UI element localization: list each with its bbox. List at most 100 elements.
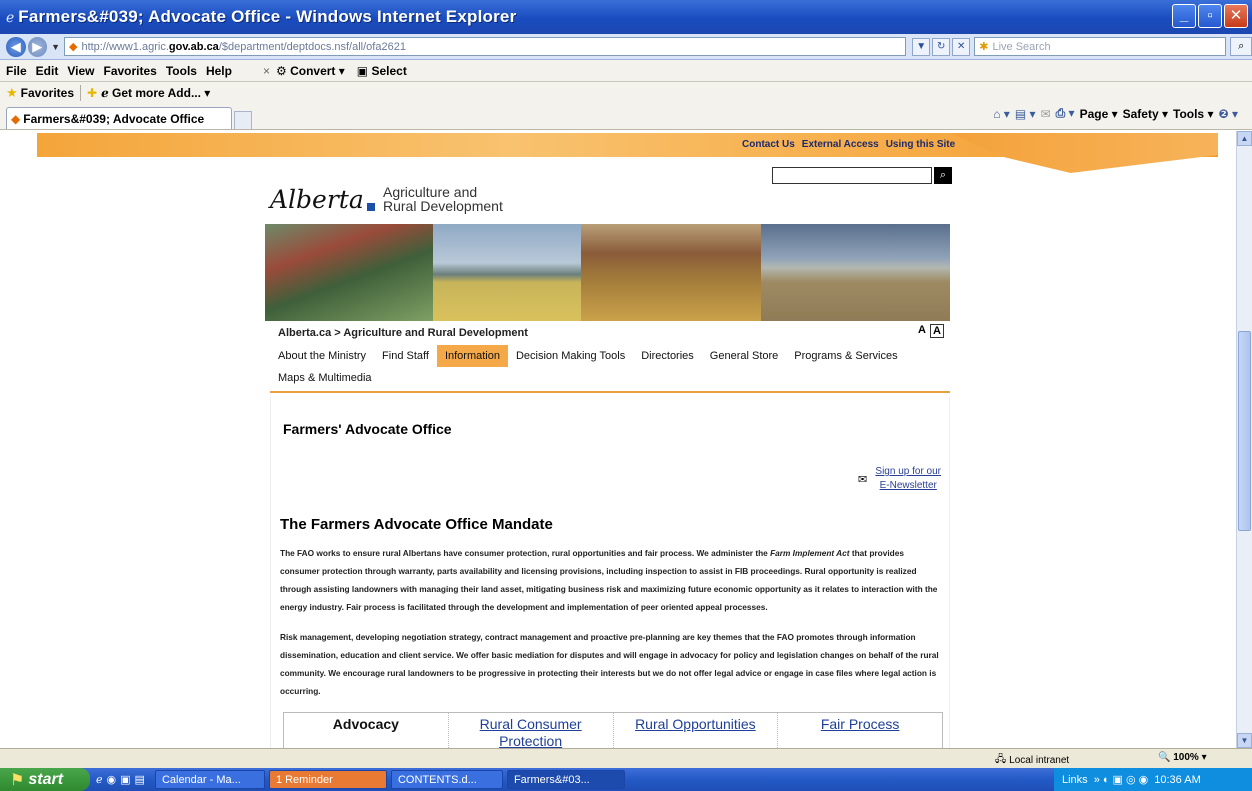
contact-us-link[interactable]: Contact Us xyxy=(742,139,795,150)
page-menu[interactable]: Page ▾ xyxy=(1080,107,1118,121)
alberta-logo[interactable]: Alberta Agriculture and Rural Development xyxy=(270,181,530,223)
nav-directories[interactable]: Directories xyxy=(633,345,702,367)
favorites-button[interactable]: Favorites xyxy=(21,86,74,100)
safety-menu-label: Safety xyxy=(1122,106,1159,121)
history-dropdown-icon[interactable]: ▼ xyxy=(51,42,60,52)
ie-quicklaunch-icon[interactable]: ℯ xyxy=(96,773,103,786)
url-input[interactable]: ◆ http://www1.agric. gov.ab.ca/$departmen… xyxy=(63,37,907,56)
page-title: Farmers' Advocate Office xyxy=(283,421,452,437)
newsletter-signup[interactable]: ✉ Sign up for our E-Newsletter xyxy=(858,465,943,493)
external-access-link[interactable]: External Access xyxy=(802,139,879,150)
url-prefix: http://www1.agric. xyxy=(81,40,169,53)
forward-button[interactable]: ▶ xyxy=(27,36,48,57)
home-icon[interactable]: ⌂ ▾ xyxy=(993,107,1010,121)
nav-general-store[interactable]: General Store xyxy=(702,345,786,367)
page-menu-label: Page xyxy=(1079,106,1109,121)
reminder-label: 1 Reminder xyxy=(275,773,333,786)
page-viewport: Contact Us External Access Using this Si… xyxy=(0,131,1236,748)
refresh-icon[interactable]: ↻ xyxy=(932,37,951,56)
mandate-heading: The Farmers Advocate Office Mandate xyxy=(280,516,553,533)
zoom-level[interactable]: 🔍 100% ▾ xyxy=(1158,752,1207,763)
scroll-up-icon[interactable]: ▲ xyxy=(1237,131,1252,146)
help-icon[interactable]: ❷ ▾ xyxy=(1218,107,1238,121)
tab-farmers-advocate[interactable]: ◆ Farmers&#039; Advocate Office xyxy=(6,107,232,129)
links-toolbar[interactable]: Links xyxy=(1062,774,1088,786)
app-quicklaunch-icon[interactable]: ◉ xyxy=(107,773,117,786)
live-search-input[interactable]: ✱ Live Search xyxy=(974,37,1227,56)
site-search-input[interactable] xyxy=(772,167,932,184)
tab-advocacy[interactable]: Advocacy xyxy=(284,713,449,748)
ministry-line-2: Rural Development xyxy=(383,198,503,214)
close-button[interactable]: ✕ xyxy=(1224,4,1248,28)
get-more-addons-button[interactable]: ℯ Get more Add... ▾ xyxy=(101,86,210,100)
taskbar-reminder[interactable]: 1 Reminder xyxy=(268,770,387,789)
scroll-down-icon[interactable]: ▼ xyxy=(1237,733,1252,748)
url-dropdown-icon[interactable]: ▼ xyxy=(912,37,931,56)
feeds-icon[interactable]: ▤ ▾ xyxy=(1015,107,1036,121)
new-tab-button[interactable] xyxy=(234,111,252,129)
print-icon[interactable]: ⎙ ▾ xyxy=(1056,106,1075,121)
menu-tools[interactable]: Tools xyxy=(166,64,197,78)
tools-menu[interactable]: Tools ▾ xyxy=(1173,107,1213,121)
safety-menu[interactable]: Safety ▾ xyxy=(1123,107,1168,121)
menu-edit[interactable]: Edit xyxy=(36,64,59,78)
nav-find-staff[interactable]: Find Staff xyxy=(374,345,437,367)
search-icon[interactable]: ⌕ xyxy=(1230,37,1252,56)
menu-favorites[interactable]: Favorites xyxy=(103,64,156,78)
newsletter-link[interactable]: Sign up for our E-Newsletter xyxy=(873,465,943,493)
using-this-site-link[interactable]: Using this Site xyxy=(886,139,955,150)
taskbar-farmers-ie[interactable]: Farmers&#03... xyxy=(506,770,625,789)
tab-rural-consumer-protection[interactable]: Rural Consumer Protection xyxy=(448,713,614,748)
calendar-label: Calendar - Ma... xyxy=(161,773,241,786)
start-button[interactable]: ⚑ start xyxy=(0,768,90,791)
system-tray: Links » ◐ ▣ ◎ ◉ 10:36 AM xyxy=(1054,768,1252,791)
banner-photo-cultivator xyxy=(265,224,433,321)
security-zone: 🖧 Local intranet xyxy=(995,752,1069,769)
nav-maps-multimedia[interactable]: Maps & Multimedia xyxy=(270,367,380,389)
desktop-quicklaunch-icon[interactable]: ▤ xyxy=(135,773,145,786)
add-favorite-icon[interactable]: ✚ xyxy=(87,86,97,100)
select-button[interactable]: ▣ Select xyxy=(357,64,407,78)
text-size-large-button[interactable]: A xyxy=(929,324,944,338)
favorites-star-icon: ★ xyxy=(6,85,18,100)
maximize-button[interactable]: ▫ xyxy=(1198,4,1222,28)
nav-programs-services[interactable]: Programs & Services xyxy=(786,345,905,367)
site-search-icon[interactable]: ⌕ xyxy=(934,167,952,184)
outlook-quicklaunch-icon[interactable]: ▣ xyxy=(120,773,130,786)
taskbar-calendar[interactable]: Calendar - Ma... xyxy=(154,770,265,789)
windows-taskbar: ⚑ start ℯ ◉ ▣ ▤ Calendar - Ma... 1 Remind… xyxy=(0,768,1252,791)
nav-decision-making-tools[interactable]: Decision Making Tools xyxy=(508,345,633,367)
menu-view[interactable]: View xyxy=(67,64,94,78)
nav-about-ministry[interactable]: About the Ministry xyxy=(270,345,374,367)
scroll-thumb[interactable] xyxy=(1238,331,1251,531)
banner-photos xyxy=(265,224,950,321)
menu-file[interactable]: File xyxy=(6,64,27,78)
nav-information[interactable]: Information xyxy=(436,345,508,367)
stop-icon[interactable]: ✕ xyxy=(952,37,971,56)
read-mail-icon[interactable]: ✉ xyxy=(1041,107,1051,121)
zoom-value: 100% xyxy=(1173,752,1199,763)
vertical-scrollbar[interactable]: ▲ ▼ xyxy=(1236,131,1252,748)
live-search-icon: ✱ xyxy=(979,41,989,53)
minimize-button[interactable]: _ xyxy=(1172,4,1196,28)
breadcrumb[interactable]: Alberta.ca > Agriculture and Rural Devel… xyxy=(278,327,528,339)
start-label: start xyxy=(28,770,64,788)
back-button[interactable]: ◀ xyxy=(6,36,26,57)
tab-rural-opportunities[interactable]: Rural Opportunities xyxy=(613,713,779,748)
text-size-small-button[interactable]: A xyxy=(918,324,926,338)
tab-favicon: ◆ xyxy=(11,111,21,126)
banner-photo-field xyxy=(433,224,581,321)
url-suffix: /$department/deptdocs.nsf/all/ofa2621 xyxy=(218,40,406,53)
taskbar-contents-doc[interactable]: CONTENTS.d... xyxy=(390,770,503,789)
logo-square-icon xyxy=(367,203,375,211)
tab-fair-process[interactable]: Fair Process xyxy=(778,713,942,748)
divider xyxy=(80,85,82,101)
zone-label: Local intranet xyxy=(1009,755,1070,766)
convert-label: Convert xyxy=(290,63,336,78)
tray-icons[interactable]: » ◐ ▣ ◎ ◉ xyxy=(1094,773,1149,786)
command-bar: ⌂ ▾ ▤ ▾ ✉ ⎙ ▾ Page ▾ Safety ▾ Tools ▾ ❷ … xyxy=(993,106,1238,121)
menu-help[interactable]: Help xyxy=(206,64,232,78)
toolbar-close-icon[interactable]: × xyxy=(263,64,270,78)
content-tabs: Advocacy Rural Consumer Protection Rural… xyxy=(283,712,943,748)
convert-button[interactable]: ⚙ Convert ▾ xyxy=(276,64,345,78)
